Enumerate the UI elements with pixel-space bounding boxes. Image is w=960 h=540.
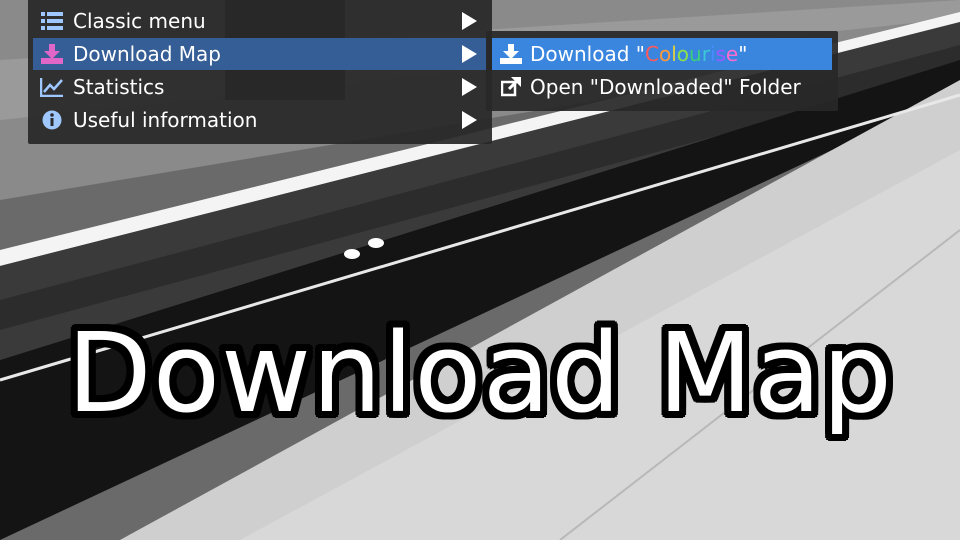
menu-item-download-map[interactable]: Download Map (33, 38, 487, 70)
menu-item-classic-menu[interactable]: Classic menu (33, 5, 487, 37)
label-prefix: Download " (530, 42, 645, 66)
list-icon (37, 5, 67, 37)
map-name-letter: C (644, 42, 659, 66)
map-name-letter: o (658, 42, 672, 66)
submenu-item-label: Open "Downloaded" Folder (530, 75, 801, 99)
map-name-letter: o (676, 42, 690, 66)
main-menu: Classic menu Download Map Statistics Use… (28, 0, 492, 144)
map-name-letter: u (689, 42, 702, 66)
menu-item-useful-information[interactable]: Useful information (33, 104, 487, 136)
download-icon (496, 38, 526, 70)
info-icon (37, 104, 67, 136)
map-name-letter: s (715, 42, 726, 66)
chevron-right-icon (462, 111, 477, 129)
submenu-item-label: Download "Colourise" (530, 42, 747, 66)
menu-item-label: Useful information (73, 108, 258, 132)
menu-item-statistics[interactable]: Statistics (33, 71, 487, 103)
download-submenu: Download "Colourise" Open "Downloaded" F… (486, 31, 838, 111)
chevron-right-icon (462, 78, 477, 96)
chart-line-icon (37, 71, 67, 103)
menu-item-label: Classic menu (73, 9, 206, 33)
external-link-icon (496, 71, 526, 103)
download-icon (37, 38, 67, 70)
submenu-item-open-downloaded-folder[interactable]: Open "Downloaded" Folder (492, 71, 832, 103)
submenu-item-download-colourise[interactable]: Download "Colourise" (492, 38, 832, 70)
menu-item-label: Download Map (73, 42, 221, 66)
map-name-letter: r (701, 42, 710, 66)
label-suffix: " (738, 42, 748, 66)
menu-item-label: Statistics (73, 75, 165, 99)
overlay-title: Download Map (67, 309, 893, 437)
map-name-letter: e (725, 42, 739, 66)
map-name-rainbow: Colourise (645, 42, 738, 66)
chevron-right-icon (462, 45, 477, 63)
chevron-right-icon (462, 12, 477, 30)
